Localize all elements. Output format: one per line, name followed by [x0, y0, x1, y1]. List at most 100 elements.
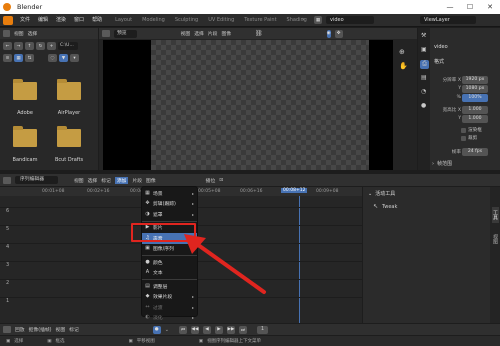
refresh-icon[interactable]: ↻ — [36, 42, 45, 50]
resolution-percent-field[interactable]: 100% — [462, 94, 488, 102]
hand-pan-icon[interactable]: ✋ — [399, 62, 408, 70]
forward-icon[interactable]: → — [14, 42, 23, 50]
play-icon[interactable]: ▶ — [214, 325, 223, 334]
seq-view-menu[interactable]: 视图 — [74, 177, 84, 184]
fps-dropdown[interactable]: 24 fps — [462, 148, 488, 156]
folder-icon[interactable] — [13, 79, 37, 100]
preview-image-menu[interactable]: 图像 — [221, 30, 231, 37]
preview-strip-menu[interactable]: 片段 — [208, 30, 218, 37]
chevron-right-icon[interactable]: › — [302, 16, 310, 24]
menu-file[interactable]: 文件 — [16, 14, 34, 27]
prev-keyframe-icon[interactable]: ◀◀ — [190, 325, 199, 334]
current-time-badge[interactable]: 00:08+12 — [281, 188, 308, 193]
aspect-y-field[interactable]: 1.000 — [462, 115, 488, 123]
menu-item-mask[interactable]: ◑ 遮罩 ▸ — [142, 209, 197, 220]
render-tab-icon[interactable]: ▣ — [421, 46, 427, 53]
menu-help[interactable]: 帮助 — [88, 14, 106, 27]
seq-marker-menu[interactable]: 标记 — [101, 177, 111, 184]
view-layer-field[interactable]: ViewLayer — [420, 16, 476, 24]
tweak-tool-row[interactable]: ↖ Tweak — [373, 203, 397, 210]
aspect-x-field[interactable]: 1.000 — [462, 106, 488, 114]
next-keyframe-icon[interactable]: ▶▶ — [226, 325, 235, 334]
back-icon[interactable]: ← — [3, 42, 12, 50]
jump-start-icon[interactable]: ⏮ — [178, 325, 187, 334]
menu-window[interactable]: 窗口 — [70, 14, 88, 27]
resolution-x-field[interactable]: 1920 px — [462, 76, 488, 84]
sort-icon[interactable]: ⇅ — [25, 54, 34, 62]
editor-type-icon[interactable] — [3, 176, 11, 184]
link-icon[interactable]: ⛓ — [255, 30, 263, 37]
preview-view-menu[interactable]: 视图 — [181, 30, 191, 37]
seq-select-menu[interactable]: 选择 — [88, 177, 98, 184]
path-field[interactable]: C:\U... — [58, 42, 78, 50]
scene-name-field[interactable]: video — [326, 16, 374, 24]
folder-icon[interactable] — [57, 79, 81, 100]
pivot-dropdown[interactable]: 播位 — [206, 177, 216, 184]
menu-item-fade[interactable]: ◐ 淡化 ▸ — [142, 313, 197, 324]
file-view-menu[interactable]: 视图 — [14, 30, 24, 37]
overlay-icon[interactable]: ◉ — [326, 29, 331, 38]
scene-tab-icon[interactable]: ◔ — [421, 88, 426, 95]
maximize-button[interactable]: ☐ — [460, 0, 480, 14]
folder-label[interactable]: AirPlayer — [44, 110, 94, 116]
playback-menu[interactable]: 回放 — [15, 326, 25, 333]
keying-menu[interactable]: 抠像(插帧) — [29, 326, 52, 333]
zoom-icon[interactable]: ⊕ — [399, 48, 405, 56]
tab-tool[interactable]: 工具 — [492, 207, 499, 223]
tab-sculpting[interactable]: Sculpting — [170, 14, 203, 27]
menu-render[interactable]: 渲染 — [52, 14, 70, 27]
minimize-button[interactable]: — — [440, 0, 460, 14]
seq-strip-menu[interactable]: 片段 — [132, 177, 142, 184]
preview-select-menu[interactable]: 选择 — [194, 30, 204, 37]
chevron-down-icon[interactable]: ⌄ — [165, 327, 169, 333]
view-type-dropdown[interactable]: 预览 — [114, 29, 137, 38]
hidden-files-icon[interactable]: ◌ — [48, 54, 57, 62]
render-region-checkbox[interactable] — [461, 127, 466, 133]
active-tool-section[interactable]: ⌄ 活动工具 — [368, 190, 395, 198]
output-tab-icon[interactable]: ⎙ — [420, 60, 429, 69]
close-button[interactable]: ✕ — [480, 0, 500, 14]
folder-icon[interactable] — [13, 126, 37, 147]
timeline-marker-menu[interactable]: 标记 — [69, 326, 79, 333]
folder-icon[interactable] — [57, 126, 81, 147]
filter-options-icon[interactable]: ▾ — [70, 54, 79, 62]
jump-end-icon[interactable]: ⏭ — [238, 325, 247, 334]
menu-item-scene[interactable]: ▦ 场景 ▸ — [142, 188, 197, 199]
list-view-icon[interactable]: ≡ — [3, 54, 12, 62]
new-folder-icon[interactable]: + — [47, 42, 56, 50]
snap-icon[interactable]: ⊡ — [219, 178, 223, 183]
sequencer-mode-dropdown[interactable]: 序列编辑器 — [15, 176, 58, 184]
world-tab-icon[interactable]: ● — [421, 102, 426, 109]
file-select-menu[interactable]: 选择 — [28, 30, 38, 37]
play-reverse-icon[interactable]: ◀ — [202, 325, 211, 334]
current-frame-field[interactable]: 1 — [256, 325, 269, 334]
tab-uv-editing[interactable]: UV Editing — [203, 14, 239, 27]
crop-checkbox[interactable] — [461, 135, 466, 141]
seq-image-menu[interactable]: 图像 — [146, 177, 156, 184]
folder-label[interactable]: Bcut Drafts — [44, 157, 94, 163]
timeline-editor-icon[interactable] — [3, 326, 11, 333]
filter-icon[interactable]: ▼ — [59, 54, 68, 62]
view-layer-tab-icon[interactable]: ▤ — [421, 74, 427, 81]
blender-menu-icon[interactable] — [3, 15, 13, 25]
gizmo-icon[interactable]: ✥ — [334, 29, 343, 38]
tab-modeling[interactable]: Modeling — [137, 14, 170, 27]
grid-view-icon[interactable]: ▦ — [14, 54, 23, 62]
folder-label[interactable]: Adobe — [0, 110, 50, 116]
scene-icon[interactable]: ▦ — [314, 16, 322, 24]
tab-texture-paint[interactable]: Texture Paint — [239, 14, 281, 27]
section-format-header[interactable]: 格式 — [434, 58, 444, 65]
preview-canvas[interactable] — [151, 40, 369, 170]
tab-layout[interactable]: Layout — [110, 14, 137, 27]
tab-view[interactable]: 视图 — [492, 231, 499, 247]
tool-tab-icon[interactable]: ⚒ — [421, 32, 426, 39]
editor-type-icon[interactable] — [3, 30, 10, 37]
playhead-line[interactable] — [299, 196, 300, 323]
parent-dir-icon[interactable]: ↑ — [25, 42, 34, 50]
frame-range-section[interactable]: › 帧范围 — [432, 160, 452, 168]
editor-type-icon[interactable] — [102, 30, 110, 37]
menu-edit[interactable]: 编辑 — [34, 14, 52, 27]
menu-item-clip[interactable]: ✥ 剪辑(跟踪) ▸ — [142, 199, 197, 210]
record-icon[interactable]: ● — [152, 325, 161, 334]
timeline-view-menu[interactable]: 视图 — [56, 326, 66, 333]
